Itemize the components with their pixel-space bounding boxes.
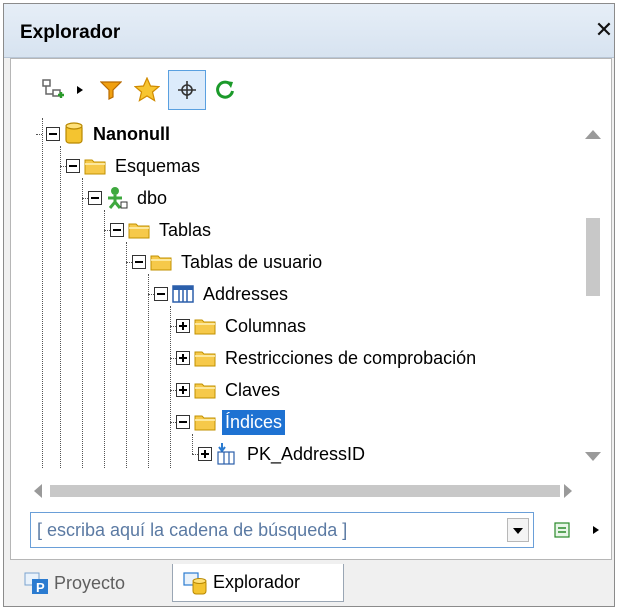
collapse-toggle[interactable] — [154, 287, 168, 301]
expand-toggle[interactable] — [176, 319, 190, 333]
tree-item-tablas-de-usuario[interactable]: Tablas de usuario — [132, 246, 325, 278]
collapse-toggle[interactable] — [46, 127, 60, 141]
refresh-icon — [216, 80, 234, 99]
scroll-down-icon[interactable] — [585, 452, 601, 461]
tree-item-pk-addressid[interactable]: PK_AddressID — [198, 438, 368, 468]
collapse-toggle[interactable] — [110, 223, 124, 237]
add-connection-icon — [42, 79, 64, 98]
expand-toggle[interactable] — [176, 383, 190, 397]
scroll-left-icon[interactable] — [34, 484, 42, 498]
scroll-thumb[interactable] — [586, 218, 600, 296]
tree-item-claves[interactable]: Claves — [176, 374, 283, 406]
scroll-up-icon[interactable] — [585, 130, 601, 139]
search-dropdown-button[interactable] — [507, 518, 529, 542]
tree-item-indices[interactable]: Índices — [176, 406, 286, 438]
search-options-icon — [554, 522, 570, 538]
tab-proyecto[interactable]: P Proyecto — [24, 564, 174, 602]
tree-connector — [82, 178, 83, 468]
scroll-right-icon[interactable] — [564, 484, 572, 498]
dropdown-arrow-icon — [77, 86, 83, 94]
tree-item-label: Nanonull — [93, 123, 170, 144]
search-input[interactable] — [35, 516, 501, 544]
tree-item-nanonull[interactable]: Nanonull — [46, 118, 173, 150]
dropdown-arrow-icon — [593, 526, 599, 534]
favorites-star-icon — [134, 77, 160, 102]
folder-icon — [194, 351, 216, 367]
project-icon: P — [24, 572, 48, 595]
locate-button[interactable] — [168, 70, 206, 110]
svg-text:P: P — [36, 580, 45, 595]
tree-item-tablas[interactable]: Tablas — [110, 214, 214, 246]
folder-icon — [150, 255, 172, 271]
tree-item-label: dbo — [137, 187, 168, 208]
tree-connector — [126, 242, 127, 468]
tree-item-dbo[interactable]: dbo — [88, 182, 170, 214]
window-title: Explorador — [20, 22, 121, 43]
search-options-dropdown[interactable] — [588, 520, 604, 540]
tab-explorador[interactable]: Explorador — [172, 564, 344, 602]
tree-item-addresses[interactable]: Addresses — [154, 278, 291, 310]
tree-item-restricciones[interactable]: Restricciones de comprobación — [176, 342, 479, 374]
folder-icon — [84, 159, 106, 175]
tree-item-esquemas[interactable]: Esquemas — [66, 150, 203, 182]
object-tree: Nanonull Esquemas dbo Tablas Tablas de u… — [36, 118, 576, 468]
collapse-toggle[interactable] — [88, 191, 102, 205]
explorer-icon — [183, 571, 207, 594]
favorites-button[interactable] — [130, 70, 164, 110]
tree-connector — [42, 118, 43, 468]
tree-item-label: Esquemas — [115, 155, 201, 176]
scroll-thumb[interactable] — [50, 485, 560, 497]
add-connection-dropdown[interactable] — [72, 70, 88, 110]
toolbar — [36, 70, 276, 114]
collapse-toggle[interactable] — [176, 415, 190, 429]
chevron-down-icon — [513, 528, 523, 534]
tree-item-label: Claves — [225, 379, 281, 400]
tree-connector — [60, 146, 61, 468]
folder-icon — [194, 415, 216, 431]
tree-item-columnas[interactable]: Columnas — [176, 310, 309, 342]
schema-user-icon — [108, 187, 128, 209]
search-options-button[interactable] — [550, 518, 574, 542]
tab-label: Proyecto — [54, 572, 126, 593]
tree-connector — [170, 306, 171, 468]
tab-strip: P Proyecto Explorador — [10, 560, 612, 604]
database-icon — [65, 122, 83, 144]
collapse-toggle[interactable] — [66, 159, 80, 173]
tree-item-label: PK_AddressID — [247, 443, 366, 464]
folder-icon — [194, 383, 216, 399]
tree-connector — [104, 210, 105, 468]
tree-item-label: Addresses — [203, 283, 289, 304]
refresh-button[interactable] — [208, 70, 242, 110]
filter-icon — [100, 81, 122, 100]
tab-label: Explorador — [213, 572, 301, 592]
tree-item-label: Índices — [222, 409, 286, 435]
title-bar: Explorador ✕ — [4, 4, 614, 58]
close-button[interactable]: ✕ — [592, 18, 616, 44]
add-connection-button[interactable] — [36, 70, 70, 110]
tree-item-label: Restricciones de comprobación — [225, 347, 477, 368]
filter-button[interactable] — [94, 70, 128, 110]
locate-crosshair-icon — [178, 81, 196, 99]
folder-icon — [128, 223, 150, 239]
vertical-scrollbar[interactable] — [578, 118, 608, 468]
tree-connector — [148, 274, 149, 468]
horizontal-scrollbar[interactable] — [30, 478, 578, 504]
expand-toggle[interactable] — [198, 447, 212, 461]
folder-icon — [194, 319, 216, 335]
index-icon — [217, 443, 235, 465]
tree-item-label: Tablas — [159, 219, 212, 240]
tree-item-label: Columnas — [225, 315, 307, 336]
collapse-toggle[interactable] — [132, 255, 146, 269]
expand-toggle[interactable] — [176, 351, 190, 365]
tree-connector — [36, 134, 42, 135]
tree-item-label: Tablas de usuario — [181, 251, 323, 272]
table-icon — [172, 285, 194, 303]
search-box — [30, 512, 534, 548]
